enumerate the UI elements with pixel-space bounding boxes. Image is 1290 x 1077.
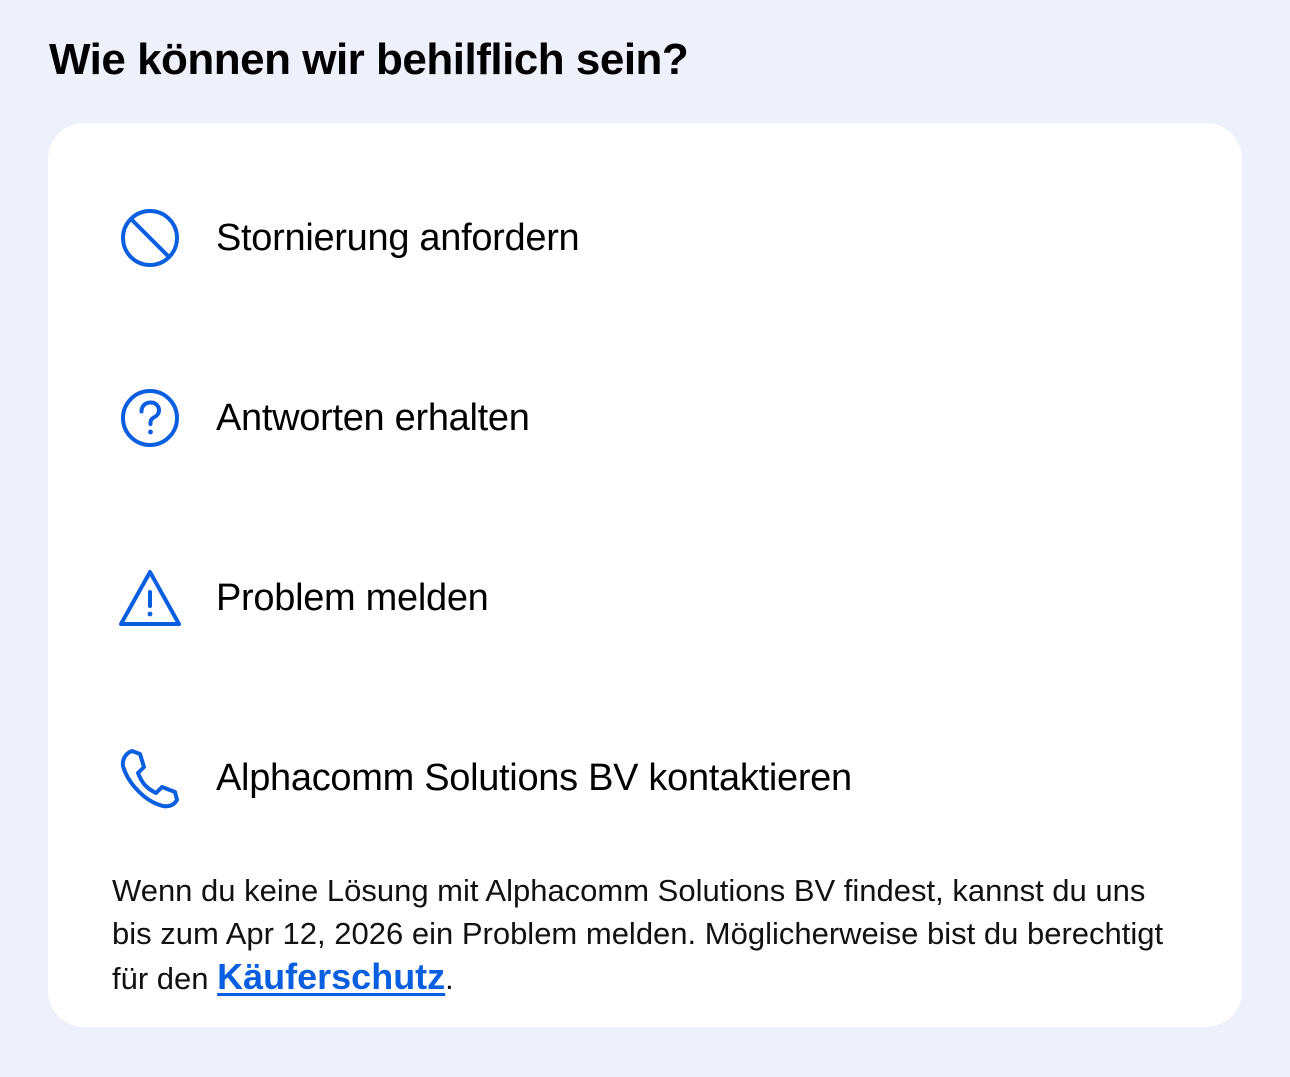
warning-triangle-icon — [108, 556, 192, 640]
cancel-circle-icon — [108, 196, 192, 280]
buyer-protection-note: Wenn du keine Lösung mit Alphacomm Solut… — [112, 869, 1172, 1000]
page-title: Wie können wir behilflich sein? — [49, 35, 689, 84]
phone-icon — [108, 736, 192, 820]
request-cancellation-option[interactable]: Stornierung anfordern — [108, 178, 1178, 298]
request-cancellation-label: Stornierung anfordern — [216, 216, 580, 259]
buyer-protection-suffix: . — [445, 961, 454, 996]
contact-seller-option[interactable]: Alphacomm Solutions BV kontaktieren — [108, 718, 1178, 838]
contact-seller-label: Alphacomm Solutions BV kontaktieren — [216, 756, 852, 799]
get-answers-option[interactable]: Antworten erhalten — [108, 358, 1178, 478]
report-problem-option[interactable]: Problem melden — [108, 538, 1178, 658]
question-circle-icon — [108, 376, 192, 460]
buyer-protection-link[interactable]: Käuferschutz — [217, 956, 445, 997]
report-problem-label: Problem melden — [216, 576, 489, 619]
get-answers-label: Antworten erhalten — [216, 396, 530, 439]
help-options-card: Stornierung anfordern Antworten erhalten… — [48, 123, 1242, 1027]
